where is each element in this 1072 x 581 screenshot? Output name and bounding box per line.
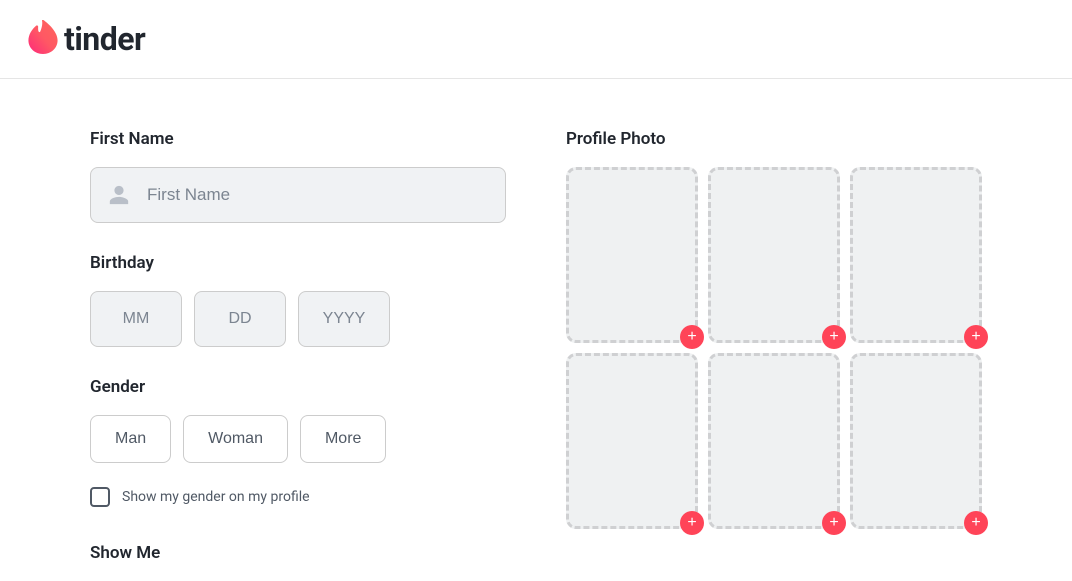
photo-slot[interactable]: + — [850, 167, 982, 343]
photo-slot[interactable]: + — [566, 353, 698, 529]
add-photo-button[interactable]: + — [680, 325, 704, 349]
gender-man-button[interactable]: Man — [90, 415, 171, 463]
birthday-row — [90, 291, 506, 347]
plus-icon: + — [971, 515, 980, 531]
show-me-label: Show Me — [90, 543, 506, 563]
add-photo-button[interactable]: + — [680, 511, 704, 535]
birthday-label: Birthday — [90, 253, 506, 273]
left-column: First Name Birthday Gender Man Woman Mor… — [90, 129, 506, 581]
logo-text: tinder — [64, 20, 145, 58]
birthday-day-input[interactable] — [194, 291, 286, 347]
photo-slot[interactable]: + — [566, 167, 698, 343]
plus-icon: + — [829, 515, 838, 531]
first-name-label: First Name — [90, 129, 506, 149]
content: First Name Birthday Gender Man Woman Mor… — [0, 79, 1072, 581]
add-photo-button[interactable]: + — [964, 511, 988, 535]
plus-icon: + — [971, 329, 980, 345]
add-photo-button[interactable]: + — [964, 325, 988, 349]
right-column: Profile Photo + + + + + + — [566, 129, 982, 581]
plus-icon: + — [829, 329, 838, 345]
gender-row: Man Woman More — [90, 415, 506, 463]
gender-label: Gender — [90, 377, 506, 397]
gender-woman-button[interactable]: Woman — [183, 415, 288, 463]
gender-more-button[interactable]: More — [300, 415, 386, 463]
header: tinder — [0, 0, 1072, 79]
first-name-input[interactable] — [90, 167, 506, 223]
photo-slot[interactable]: + — [708, 167, 840, 343]
birthday-month-input[interactable] — [90, 291, 182, 347]
add-photo-button[interactable]: + — [822, 511, 846, 535]
photo-grid: + + + + + + — [566, 167, 982, 529]
add-photo-button[interactable]: + — [822, 325, 846, 349]
logo[interactable]: tinder — [28, 20, 1044, 58]
profile-photo-label: Profile Photo — [566, 129, 982, 149]
show-gender-label: Show my gender on my profile — [122, 489, 310, 505]
plus-icon: + — [687, 515, 696, 531]
photo-slot[interactable]: + — [708, 353, 840, 529]
person-icon — [108, 184, 130, 206]
show-gender-row: Show my gender on my profile — [90, 487, 506, 507]
first-name-wrapper — [90, 167, 506, 223]
birthday-year-input[interactable] — [298, 291, 390, 347]
plus-icon: + — [687, 329, 696, 345]
show-gender-checkbox[interactable] — [90, 487, 110, 507]
photo-slot[interactable]: + — [850, 353, 982, 529]
flame-icon — [28, 20, 58, 58]
